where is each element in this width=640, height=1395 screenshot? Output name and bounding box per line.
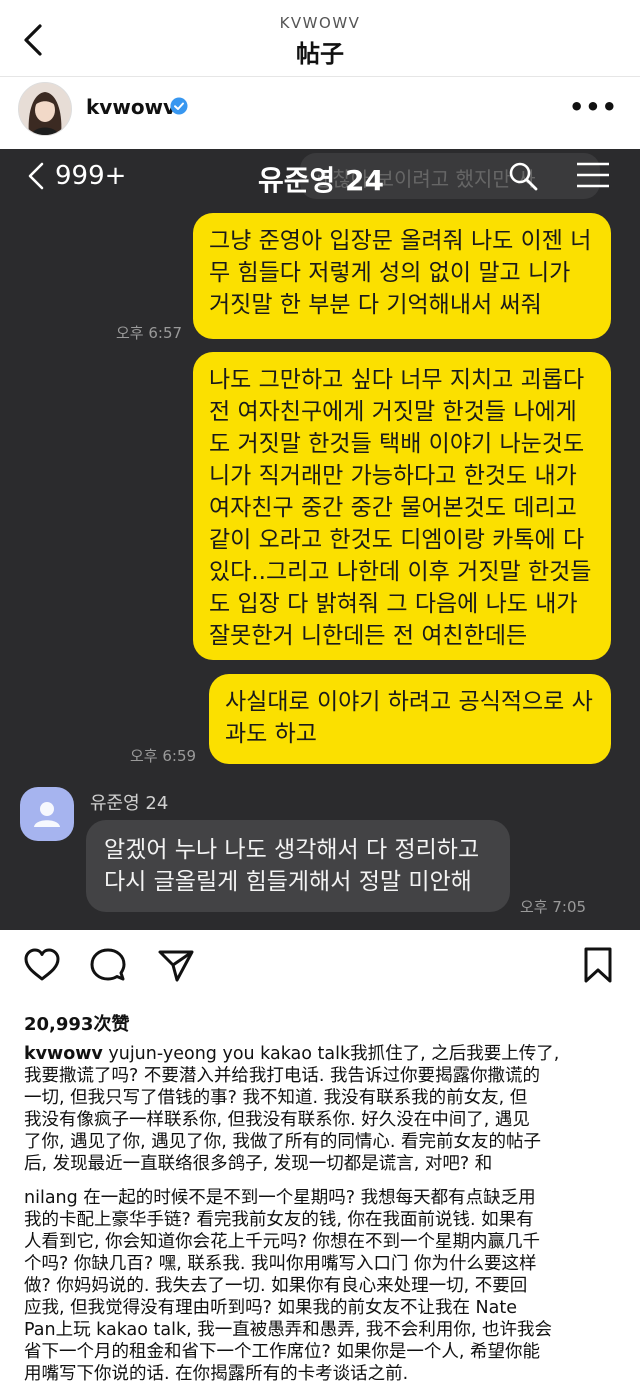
more-options-icon[interactable]: ••• (569, 95, 618, 119)
outgoing-message-1: 그냥 준영아 입장문 올려줘 나도 이젠 너 무 힘들다 저렇게 성의 없이 말… (193, 213, 611, 339)
message-line: 잘못한거 니한데든 전 여친한데든 (209, 623, 528, 649)
caption-line: nilang 在一起的时候不是不到一个星期吗? 我想每天都有点缺乏用 (24, 1188, 536, 1208)
caption-text: yujun-yeong you kakao talk我抓住了, 之后我要上传了, (102, 1044, 560, 1064)
message-line: 도 입장 다 밝혀줘 그 다음에 나도 내가 (209, 591, 578, 617)
caption-line: 用嘴写下你说的话. 在你揭露所有的卡考谈话之前. (24, 1364, 409, 1384)
chat-unread-count: 999+ (55, 161, 127, 191)
friend-name: 유준영 24 (90, 793, 169, 814)
poster-avatar[interactable] (18, 82, 72, 136)
top-bar: KVWOWV 帖子 (0, 0, 640, 77)
verified-badge-icon (170, 97, 188, 115)
outgoing-message-2: 나도 그만하고 싶다 너무 지치고 괴롭다 전 여자친구에게 거짓말 한것들 나… (193, 352, 611, 660)
comment-icon[interactable] (88, 945, 128, 985)
message-line: 있다..그리고 나한데 이후 거짓말 한것들 (209, 559, 592, 585)
caption-line: 人看到它, 你会知道你会花上千元吗? 你想在不到一个星期内赢几千 (24, 1232, 540, 1252)
outgoing-message-3: 사실대로 이야기 하려고 공식적으로 사 과도 하고 (209, 674, 611, 764)
menu-icon (577, 162, 609, 188)
poster-username[interactable]: kvwowv (86, 95, 176, 119)
header-username: KVWOWV (279, 14, 361, 32)
caption-line: 个吗? 你缺几百? 嘿, 联系我. 我叫你用嘴写入口门 你为什么要这样 (24, 1254, 537, 1274)
message-line: 사실대로 이야기 하려고 공식적으로 사 (225, 689, 593, 715)
post-actions (0, 945, 640, 995)
caption-line: 我的卡配上豪华手链? 看完我前女友的钱, 你在我面前说钱. 如果有 (24, 1210, 534, 1230)
caption-line: kvwowv yujun-yeong you kakao talk我抓住了, 之… (24, 1043, 624, 1065)
message-line: 과도 하고 (225, 721, 317, 747)
message-line: 거짓말 한 부분 다 기억해내서 써줘 (209, 292, 542, 318)
likes-count[interactable]: 20,993次赞 (24, 1010, 129, 1036)
avatar-portrait-icon (19, 83, 71, 135)
page-title: 帖子 (296, 40, 344, 68)
heart-icon[interactable] (22, 945, 62, 985)
message-line: 다시 글올릴게 힘들게해서 정말 미안해 (104, 869, 472, 895)
caption-line: 我没有像疯子一样联系你, 但我没有联系你. 好久没在中间了, 遇见 (24, 1110, 530, 1130)
caption-line: 省下一个月的租金和省下一个工作席位? 如果你是一个人, 希望你能 (24, 1342, 540, 1362)
caption-line: 我要撒谎了吗? 不要潜入并给我打电话. 我告诉过你要揭露你撒谎的 (24, 1066, 540, 1086)
chat-back-icon (28, 162, 44, 190)
message-line: 나도 그만하고 싶다 너무 지치고 괴롭다 (209, 367, 585, 393)
message-time: 오후 6:59 (130, 747, 197, 765)
caption-line: 做? 你妈妈说的. 我失去了一切. 如果你有良心来处理一切, 不要回 (24, 1276, 528, 1296)
friend-avatar (20, 787, 74, 841)
message-time: 오후 7:05 (520, 898, 587, 916)
caption-username[interactable]: kvwowv (24, 1044, 103, 1064)
message-time: 오후 6:57 (116, 324, 183, 342)
user-silhouette-icon (34, 802, 60, 827)
caption-line: 了你, 遇见了你, 遇见了你, 我做了所有的同情心. 看完前女友的帖子 (24, 1132, 541, 1152)
message-line: 도 거짓말 한것들 택배 이야기 나눈것도 (209, 431, 585, 457)
message-line: 여자친구 중간 중간 물어본것도 데리고 (209, 495, 577, 521)
chat-header: 999+ 유준영 24 (0, 149, 640, 205)
message-line: 무 힘들다 저렇게 성의 없이 말고 니가 (209, 260, 571, 286)
caption-gap (24, 1175, 624, 1187)
bookmark-icon[interactable] (578, 945, 618, 985)
incoming-message: 알겠어 누나 나도 생각해서 다 정리하고 다시 글올릴게 힘들게해서 정말 미… (86, 820, 510, 912)
caption-line: 应我, 但我觉得没有理由听到吗? 如果我的前女友不让我在 Nate (24, 1298, 517, 1318)
search-icon (509, 162, 538, 191)
message-line: 같이 오라고 한것도 디엠이랑 카톡에 다 (209, 527, 585, 553)
message-line: 그냥 준영아 입장문 올려줘 나도 이젠 너 (209, 228, 592, 254)
caption-line: 一切, 但我只写了借钱的事? 我不知道. 我没有联系我的前女友, 但 (24, 1088, 528, 1108)
chat-screenshot: 괜찮아 보이려고 했지만 사 999+ 유준영 24 그냥 준영아 입장문 올려… (0, 149, 640, 930)
caption-line: 后, 发现最近一直联络很多鸽子, 发现一切都是谎言, 对吧? 和 (24, 1154, 493, 1174)
post-header: kvwowv ••• (0, 76, 640, 146)
message-line: 니가 직거래만 가능하다고 한것도 내가 (209, 463, 577, 489)
post-caption: kvwowv yujun-yeong you kakao talk我抓住了, 之… (24, 1043, 624, 1385)
message-line: 전 여자친구에게 거짓말 한것들 나에게 (209, 399, 577, 425)
message-line: 알겠어 누나 나도 생각해서 다 정리하고 (104, 837, 480, 863)
share-icon[interactable] (156, 945, 196, 985)
caption-line: Pan上玩 kakao talk, 我一直被愚弄和愚弄, 我不会利用你, 也许我… (24, 1320, 552, 1340)
chat-title: 유준영 24 (258, 164, 384, 197)
